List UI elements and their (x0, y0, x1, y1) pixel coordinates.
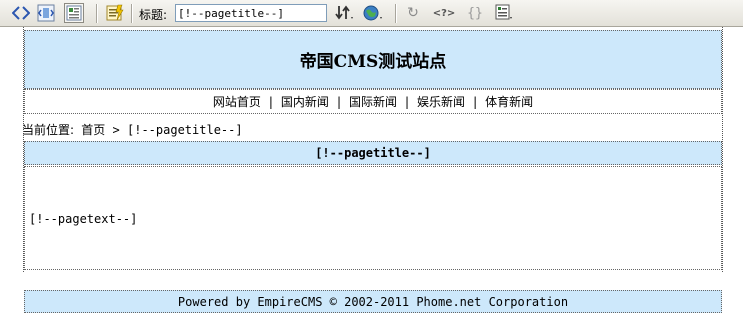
site-header: 帝国CMS测试站点 (24, 30, 722, 89)
breadcrumb-prefix: 当前位置: (22, 123, 75, 137)
breadcrumb-arrow: > (112, 123, 120, 137)
file-management-icon[interactable] (333, 3, 357, 23)
nav-item-home[interactable]: 网站首页 (213, 93, 261, 110)
nav-separator: | (268, 94, 273, 109)
footer-copyright: Powered by EmpireCMS © 2002-2011 Phome.n… (177, 294, 569, 309)
site-footer: Powered by EmpireCMS © 2002-2011 Phome.n… (24, 290, 722, 313)
main-nav: 网站首页 | 国内新闻 | 国际新闻 | 娱乐新闻 | 体育新闻 (24, 89, 722, 114)
content-title: [!--pagetitle--] (315, 146, 431, 160)
nav-item-entertainment-news[interactable]: 娱乐新闻 (417, 93, 465, 110)
breadcrumb-current: [!--pagetitle--] (127, 123, 243, 137)
code-braces-icon[interactable]: {} (464, 3, 486, 23)
validate-markup-icon[interactable]: <?> (430, 3, 458, 23)
live-view-icon[interactable] (105, 3, 125, 23)
nav-separator: | (336, 94, 341, 109)
design-canvas: 帝国CMS测试站点 网站首页 | 国内新闻 | 国际新闻 | 娱乐新闻 | 体育… (0, 27, 743, 334)
toolbar-separator (131, 4, 133, 23)
content-body: [!--pagetext--] (24, 166, 722, 270)
preview-browser-icon[interactable] (361, 3, 385, 23)
code-view-icon[interactable] (11, 3, 31, 23)
nav-separator: | (405, 94, 410, 109)
editor-toolbar: 标题: ↻ <?> {} (0, 0, 743, 27)
nav-item-domestic-news[interactable]: 国内新闻 (281, 93, 329, 110)
content-text: [!--pagetext--] (29, 212, 138, 226)
design-view-icon[interactable] (64, 3, 84, 23)
toolbar-separator (395, 4, 397, 23)
site-title: 帝国CMS测试站点 (299, 52, 447, 72)
toolbar-separator (96, 4, 98, 23)
nav-separator: | (473, 94, 478, 109)
page-title-input[interactable] (175, 4, 327, 22)
breadcrumb-home-link[interactable]: 首页 (81, 123, 105, 137)
breadcrumb: 当前位置: 首页 > [!--pagetitle--] (22, 121, 243, 137)
content-title-bar: [!--pagetitle--] (24, 141, 722, 165)
split-view-icon[interactable] (36, 3, 56, 23)
nav-item-international-news[interactable]: 国际新闻 (349, 93, 397, 110)
nav-item-sports-news[interactable]: 体育新闻 (485, 93, 533, 110)
title-label: 标题: (139, 8, 168, 22)
refresh-icon[interactable]: ↻ (403, 3, 423, 23)
view-options-icon[interactable] (493, 3, 517, 23)
